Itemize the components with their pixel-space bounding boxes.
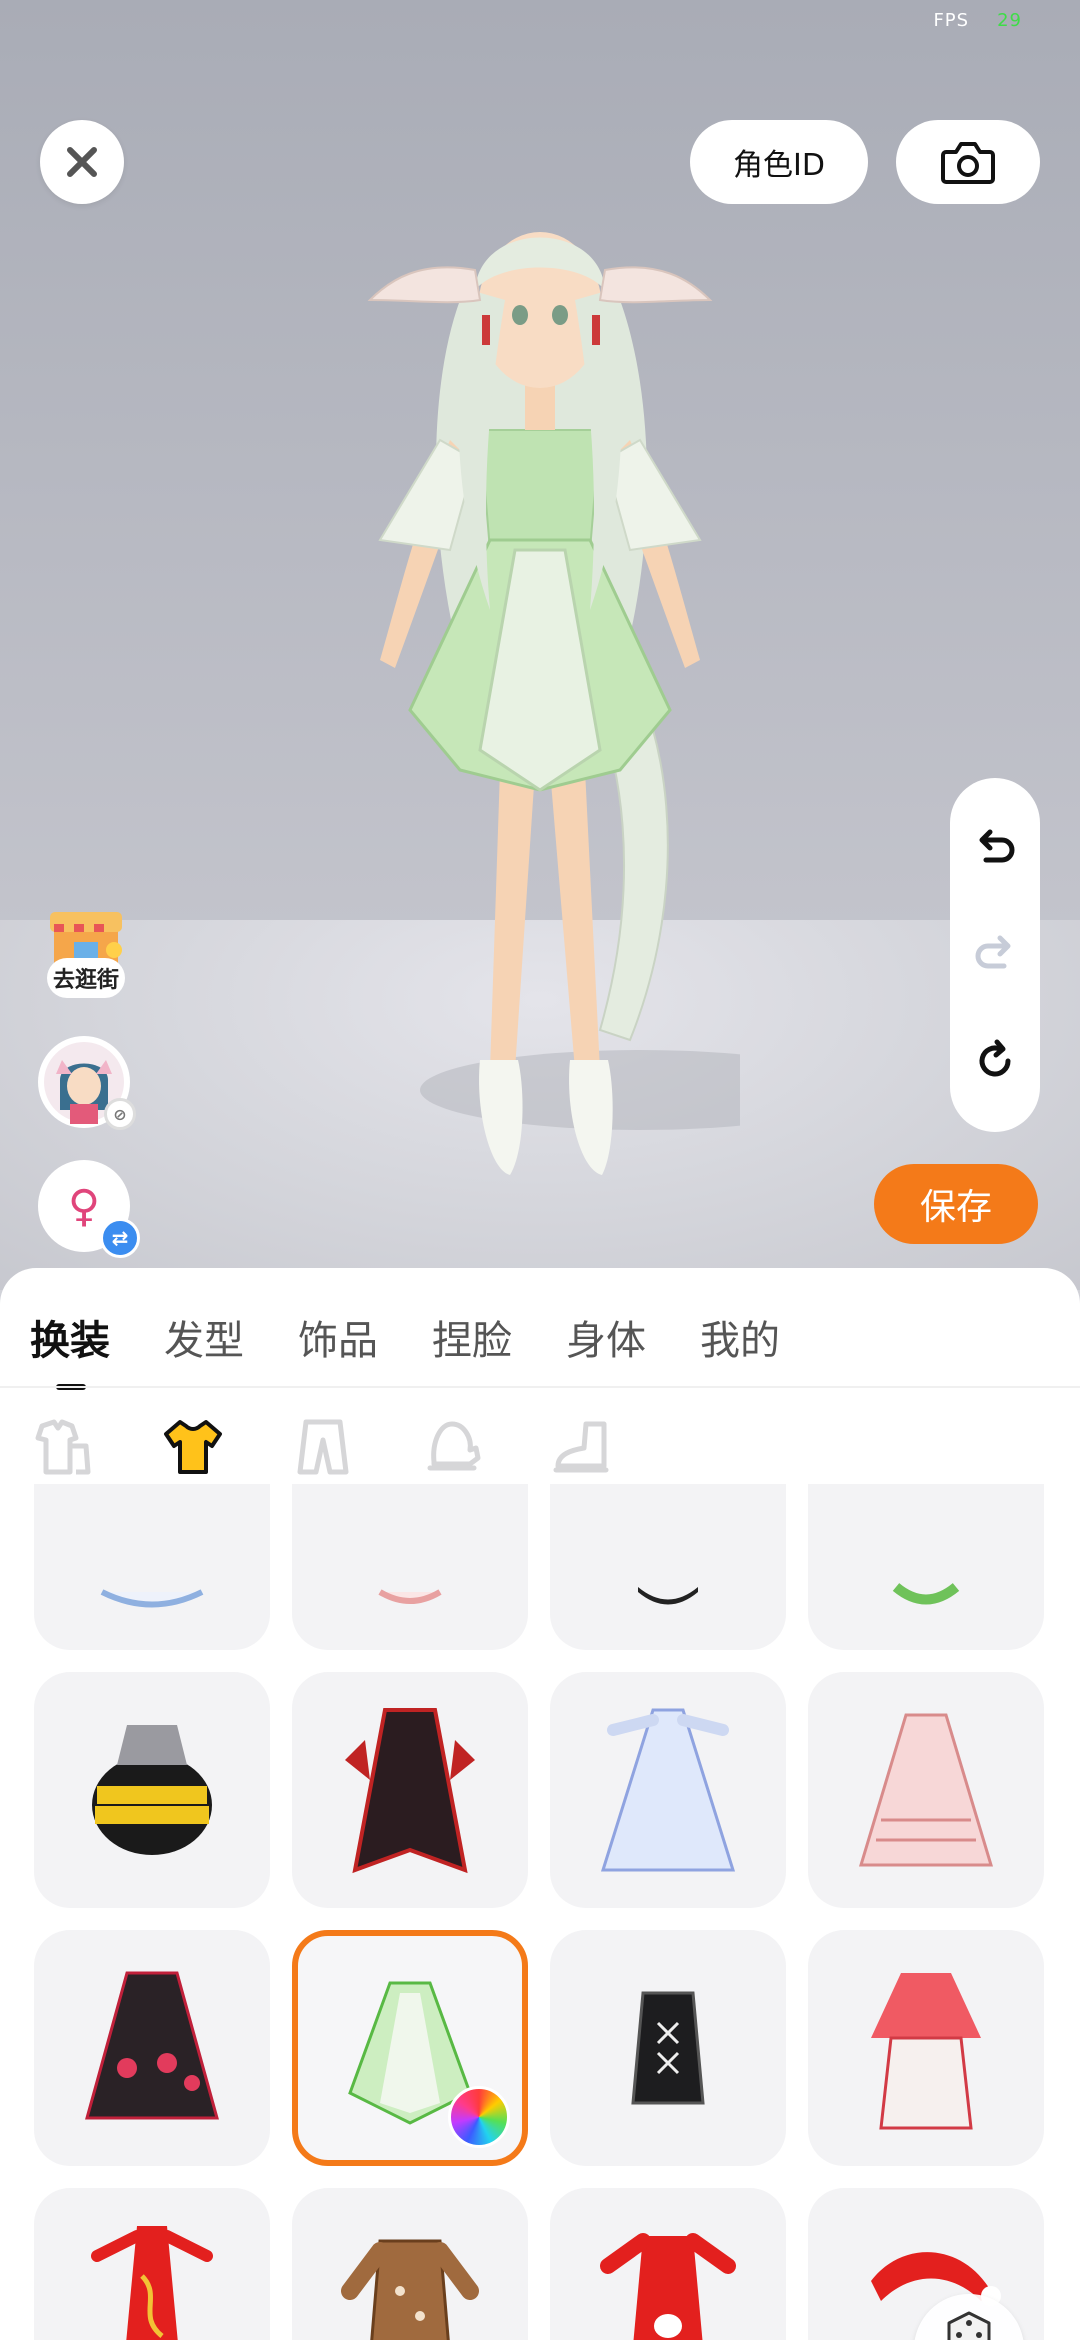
item-pink-lolita-dress (858, 1713, 994, 1867)
item-red-qipao (91, 2226, 213, 2340)
item-card[interactable] (292, 1484, 528, 1650)
color-picker-icon[interactable] (448, 2086, 510, 2148)
subcat-outfit-set[interactable] (30, 1414, 96, 1480)
save-button[interactable]: 保存 (874, 1164, 1038, 1244)
close-icon (67, 147, 97, 177)
item-brown-fawn-coat (341, 2239, 479, 2340)
item-card[interactable] (34, 2188, 270, 2340)
item-red-white-hanfu (871, 1973, 981, 2130)
item-red-bunny-qipao (600, 2233, 736, 2340)
pants-icon (297, 1419, 349, 1475)
reset-icon[interactable] (970, 1036, 1020, 1086)
item-bee-costume (92, 1725, 212, 1855)
undo-icon[interactable] (970, 824, 1020, 874)
character-preview-stage[interactable]: FPS 29 角色ID 去逛街 ⊘ ♀ ⇄ 保存 (0, 0, 1080, 1290)
save-label: 保存 (919, 1187, 992, 1228)
shoe-icon (553, 1421, 609, 1473)
item-white-lace-dress (100, 1589, 204, 1608)
go-shopping-label: 去逛街 (46, 958, 125, 998)
tab-hairstyle[interactable]: 发型 (164, 1308, 244, 1366)
item-card[interactable] (34, 1672, 270, 1908)
glove-icon (427, 1421, 481, 1471)
subcat-gloves[interactable] (420, 1414, 486, 1480)
item-black-corset (631, 1991, 705, 2105)
tab-body[interactable]: 身体 (566, 1308, 646, 1366)
close-button[interactable] (40, 120, 124, 204)
item-card[interactable]: 随机 (808, 2188, 1044, 2340)
item-grid-scroll[interactable]: 随机 (0, 1484, 1080, 2340)
item-black-outfit (638, 1587, 698, 1605)
item-grid: 随机 (34, 1484, 1044, 2340)
tab-outfit[interactable]: 换装 (30, 1308, 110, 1390)
tab-face[interactable]: 捏脸 (432, 1308, 512, 1366)
category-tabs: 换装 发型 饰品 捏脸 身体 我的 (30, 1308, 834, 1390)
swap-icon: ⇄ (100, 1218, 140, 1258)
item-card[interactable] (550, 1930, 786, 2166)
top-shirt-icon (164, 1420, 222, 1474)
item-card[interactable] (550, 1672, 786, 1908)
camera-button[interactable] (896, 120, 1040, 204)
item-card[interactable] (808, 1484, 1044, 1650)
item-card[interactable] (34, 1930, 270, 2166)
item-blue-white-gown (600, 1708, 736, 1872)
item-card[interactable] (292, 1672, 528, 1908)
history-controls (950, 778, 1040, 1132)
item-card-selected[interactable] (292, 1930, 528, 2166)
hidden-badge-icon: ⊘ (104, 1098, 136, 1130)
dice-icon (947, 2311, 991, 2340)
tab-divider (0, 1386, 1080, 1388)
item-card[interactable] (808, 1672, 1044, 1908)
fps-label: FPS (933, 10, 970, 31)
gender-switch-button[interactable]: ♀ ⇄ (38, 1160, 140, 1258)
tab-mine[interactable]: 我的 (700, 1308, 780, 1366)
tab-accessories[interactable]: 饰品 (298, 1308, 378, 1366)
customization-panel: 换装 发型 饰品 捏脸 身体 我的 (0, 1268, 1080, 2340)
item-card[interactable] (808, 1930, 1044, 2166)
item-pink-ruffle-top (378, 1589, 442, 1604)
avatar-button[interactable]: ⊘ (38, 1036, 136, 1130)
item-red-black-coat (345, 1708, 475, 1874)
go-shopping-button[interactable]: 去逛街 (38, 900, 134, 1000)
camera-icon (941, 142, 995, 184)
redo-icon[interactable] (970, 930, 1020, 980)
item-card[interactable] (34, 1484, 270, 1650)
item-card[interactable] (292, 2188, 528, 2340)
item-card[interactable] (550, 1484, 786, 1650)
subcat-shoes[interactable] (550, 1414, 616, 1480)
role-id-button[interactable]: 角色ID (690, 120, 868, 204)
subcat-bottoms[interactable] (290, 1414, 356, 1480)
character-model[interactable] (340, 190, 740, 1210)
fps-value: 29 (997, 10, 1022, 31)
fps-counter: FPS 29 (933, 10, 1022, 31)
item-green-outfit (892, 1583, 960, 1605)
subcat-tops[interactable] (160, 1414, 226, 1480)
item-card[interactable] (550, 2188, 786, 2340)
female-icon: ♀ (67, 1180, 101, 1232)
subcategory-bar (30, 1414, 680, 1480)
outfit-set-icon (35, 1419, 91, 1475)
item-black-rose-dress (85, 1971, 219, 2120)
role-id-label: 角色ID (733, 148, 825, 183)
